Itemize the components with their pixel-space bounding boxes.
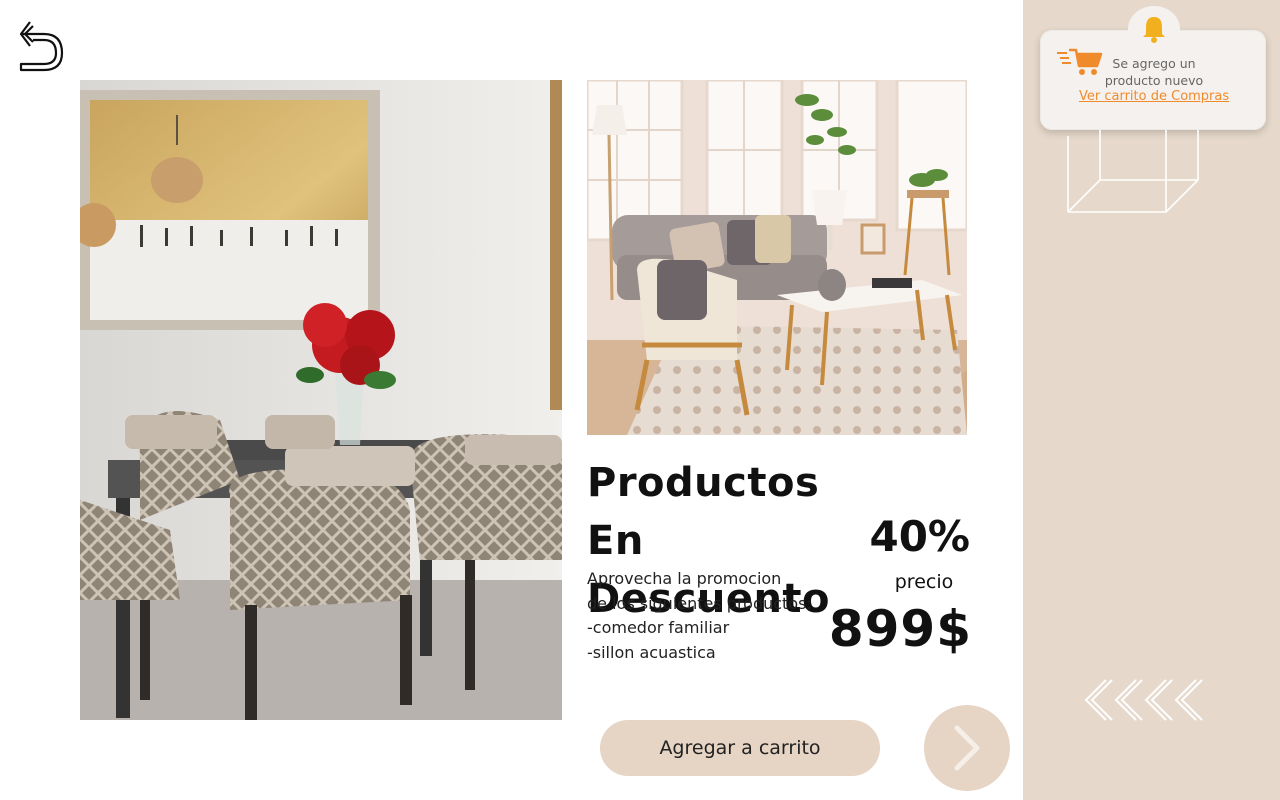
discount-badge: 40% (869, 512, 970, 561)
promo-description: Aprovecha la promocion de los siguientes… (587, 567, 847, 665)
bell-badge (1128, 6, 1180, 52)
living-room-photo (587, 80, 967, 435)
price-label: precio (894, 571, 954, 593)
cube-outline-decoration (1067, 130, 1199, 213)
view-cart-link[interactable]: Ver carrito de Compras (1079, 89, 1249, 104)
notification-message: Se agrego un producto nuevo (1090, 55, 1218, 89)
back-button[interactable] (16, 18, 68, 76)
chevron-left-decoration (1084, 679, 1203, 721)
notification-line1: Se agrego un (1112, 56, 1196, 71)
dining-room-photo (80, 80, 562, 720)
description-line: -sillon acuastica (587, 642, 716, 662)
description-line: Aprovecha la promocion (587, 569, 782, 588)
next-button[interactable] (924, 705, 1010, 791)
description-line: de los siguientes productos: (587, 593, 812, 613)
notification-line2: producto nuevo (1104, 73, 1204, 88)
bell-icon (1143, 17, 1165, 43)
chevron-right-icon (954, 725, 980, 771)
add-to-cart-button[interactable]: Agregar a carrito (600, 720, 880, 776)
promo-title-line1: Productos En (587, 460, 820, 564)
price-value: 899$ (828, 600, 972, 658)
back-arrow-icon (19, 21, 64, 72)
description-line: -comedor familiar (587, 618, 730, 637)
